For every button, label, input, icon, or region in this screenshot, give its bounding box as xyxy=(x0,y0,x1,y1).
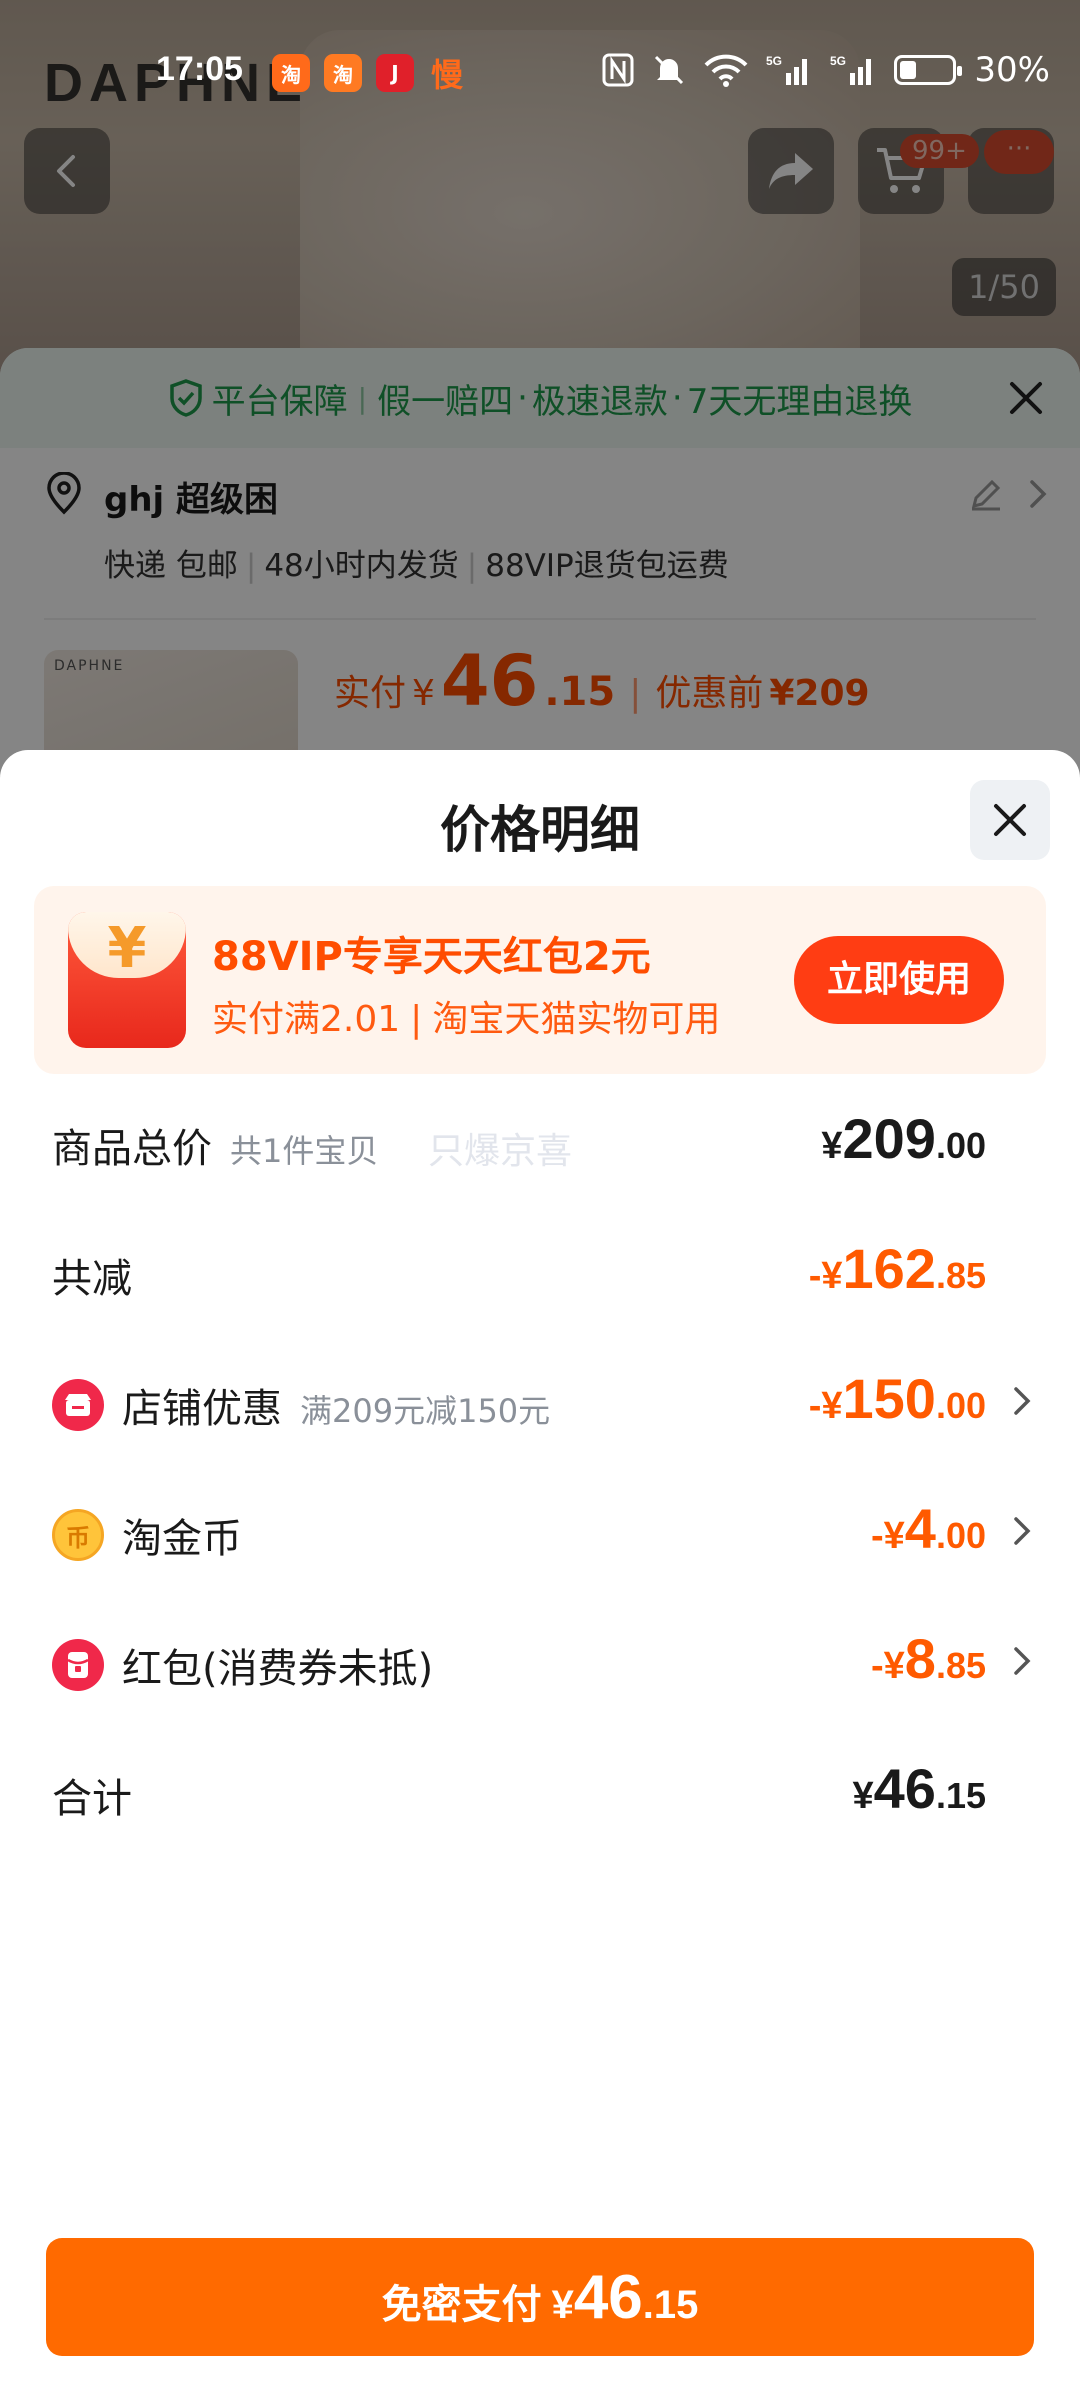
promo-condition: 实付满2.01 | 淘宝天猫实物可用 xyxy=(212,999,721,1040)
row-label: 红包(消费券未抵) xyxy=(122,1646,434,1692)
battery-icon xyxy=(894,55,963,85)
slow-icon: 慢 xyxy=(430,56,463,94)
row-grand-total: 合计 ¥46.15 xyxy=(52,1752,1002,1832)
red-packet-icon: ¥ xyxy=(68,912,186,1048)
row-amount: ¥46.15 xyxy=(852,1757,986,1820)
price-detail-panel: 价格明细 ¥ 88VIP专享天天红包2元 实付满2.01 | 淘宝天猫实物可用 立即… xyxy=(0,750,1080,2400)
chevron-right-icon xyxy=(1014,1517,1031,1545)
row-label: 合计 xyxy=(52,1776,132,1822)
signal-5g-icon: 5G xyxy=(830,54,872,85)
close-button[interactable] xyxy=(970,780,1050,860)
row-taojinbi[interactable]: 币 淘金币 -¥ 4.00 xyxy=(52,1492,1031,1572)
chevron-right-icon xyxy=(1014,1387,1031,1415)
discount-rule: 满209元减150元 xyxy=(300,1392,551,1430)
status-bar: 17:05 淘 淘 J 慢 5G 5G 30% xyxy=(0,40,1080,104)
row-label: 商品总价 xyxy=(52,1126,212,1172)
svg-text:5G: 5G xyxy=(830,54,846,68)
jd-icon: J xyxy=(376,54,414,92)
taobao-icon: 淘 xyxy=(272,54,310,92)
row-label: 共减 xyxy=(52,1256,132,1302)
row-goods-total: 商品总价 共1件宝贝 ¥209.00 xyxy=(52,1102,1002,1182)
row-amount: ¥209.00 xyxy=(821,1107,986,1170)
coin-icon: 币 xyxy=(52,1509,104,1561)
wifi-icon xyxy=(704,54,748,87)
red-packet-icon xyxy=(52,1639,104,1691)
shop-icon xyxy=(52,1379,104,1431)
password-free-pay-button[interactable]: 免密支付 ¥46.15 xyxy=(46,2238,1034,2356)
row-amount: -¥ 4.00 xyxy=(871,1497,986,1560)
use-now-button[interactable]: 立即使用 xyxy=(794,936,1004,1024)
row-total-reduced: 共减 -¥ 162.85 xyxy=(52,1232,1002,1312)
promo-title: 88VIP专享天天红包2元 xyxy=(212,934,651,980)
close-icon xyxy=(994,804,1026,836)
chevron-right-icon xyxy=(1014,1647,1031,1675)
svg-text:5G: 5G xyxy=(766,54,782,68)
row-shop-discount[interactable]: 店铺优惠 满209元减150元 -¥ 150.00 xyxy=(52,1362,1031,1442)
row-red-packet[interactable]: 红包(消费券未抵) -¥ 8.85 xyxy=(52,1622,1031,1702)
vip-red-packet-banner: ¥ 88VIP专享天天红包2元 实付满2.01 | 淘宝天猫实物可用 立即使用 xyxy=(34,886,1046,1074)
signal-5g-icon: 5G xyxy=(766,54,808,85)
row-amount: -¥ 150.00 xyxy=(808,1367,986,1430)
mute-bell-icon xyxy=(655,55,684,85)
row-label: 店铺优惠 xyxy=(122,1386,282,1432)
status-time: 17:05 xyxy=(156,50,243,88)
item-count: 共1件宝贝 xyxy=(230,1132,379,1170)
row-amount: -¥ 162.85 xyxy=(808,1237,986,1300)
taobao-icon: 淘 xyxy=(324,54,362,92)
battery-percent: 30% xyxy=(974,50,1050,90)
row-label: 淘金币 xyxy=(122,1516,242,1562)
row-amount: -¥ 8.85 xyxy=(871,1627,986,1690)
nfc-icon xyxy=(602,53,634,87)
panel-title: 价格明细 xyxy=(440,801,640,859)
